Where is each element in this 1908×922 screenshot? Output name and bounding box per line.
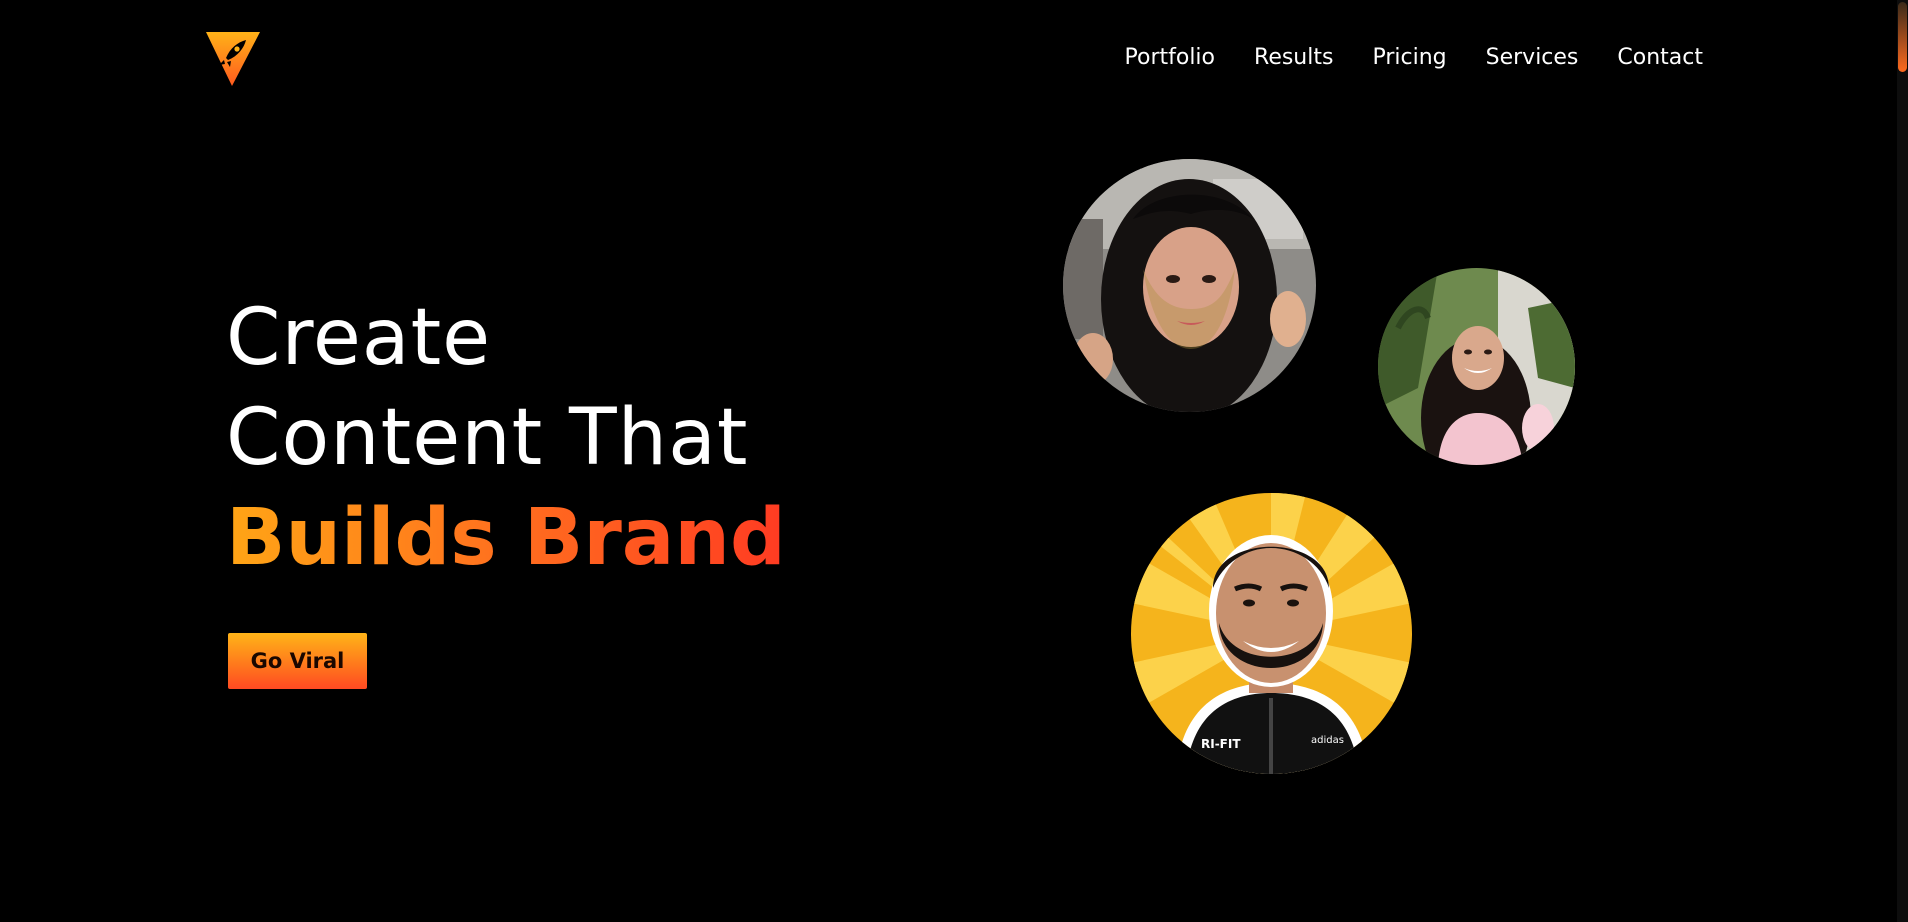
nav-link-portfolio[interactable]: Portfolio	[1125, 44, 1216, 72]
nav-link-services[interactable]: Services	[1486, 44, 1579, 72]
go-viral-button[interactable]: Go Viral	[228, 633, 367, 689]
hero-line-3-highlight: Builds Brand	[226, 488, 786, 588]
creator-portrait-woman-dark-hair	[1063, 159, 1316, 412]
nav-link-pricing[interactable]: Pricing	[1372, 44, 1446, 72]
hero-line-1: Create	[226, 293, 492, 383]
landing-page: Portfolio Results Pricing Services Conta…	[0, 0, 1908, 922]
hero-heading: Create Content That Builds Brand	[226, 288, 786, 588]
svg-text:RI-FIT: RI-FIT	[1201, 737, 1241, 751]
nav-link-results[interactable]: Results	[1254, 44, 1333, 72]
nav-link-contact[interactable]: Contact	[1617, 44, 1703, 72]
creator-portrait-man-yellow-rays: RI-FIT adidas	[1131, 493, 1412, 774]
creator-portrait-woman-garden	[1378, 268, 1575, 465]
svg-text:adidas: adidas	[1311, 735, 1344, 746]
scrollbar-thumb[interactable]	[1898, 2, 1907, 72]
main-nav: Portfolio Results Pricing Services Conta…	[1125, 44, 1704, 72]
rocket-logo-icon[interactable]	[206, 30, 260, 86]
hero-line-2: Content That	[226, 393, 749, 483]
page-scrollbar[interactable]	[1897, 0, 1908, 922]
